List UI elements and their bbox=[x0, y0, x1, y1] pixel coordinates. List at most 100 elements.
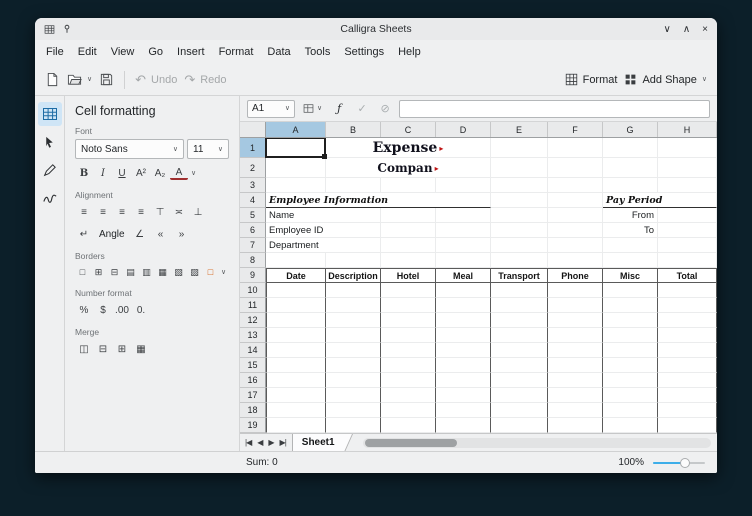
increase-precision-icon[interactable]: .00 bbox=[113, 301, 131, 319]
cell-C7[interactable] bbox=[381, 238, 436, 253]
column-header-g[interactable]: G bbox=[603, 122, 658, 137]
cell-E10[interactable] bbox=[491, 283, 548, 298]
cell-A9[interactable]: Date bbox=[266, 268, 326, 283]
cell-G7[interactable] bbox=[603, 238, 658, 253]
cell-E14[interactable] bbox=[491, 343, 548, 358]
row-header-7[interactable]: 7 bbox=[240, 238, 266, 253]
cell-A8[interactable] bbox=[266, 253, 326, 268]
decrease-precision-icon[interactable]: 0. bbox=[132, 301, 150, 319]
border-top-icon[interactable]: ▤ bbox=[123, 264, 138, 280]
cell-C16[interactable] bbox=[381, 373, 436, 388]
save-button[interactable] bbox=[99, 72, 114, 87]
cell-D19[interactable] bbox=[436, 418, 491, 433]
cell-B9[interactable]: Description bbox=[326, 268, 381, 283]
cell-C11[interactable] bbox=[381, 298, 436, 313]
cell-G19[interactable] bbox=[603, 418, 658, 433]
valign-middle-icon[interactable]: ≍ bbox=[170, 203, 188, 221]
cell-A3[interactable] bbox=[266, 178, 326, 193]
cell-G11[interactable] bbox=[603, 298, 658, 313]
cell-A16[interactable] bbox=[266, 373, 326, 388]
cell-H1[interactable] bbox=[658, 138, 717, 158]
add-shape-button[interactable]: Add Shape ∨ bbox=[624, 73, 707, 86]
cell-E15[interactable] bbox=[491, 358, 548, 373]
minimize-button[interactable]: ∨ bbox=[664, 24, 671, 35]
insert-function-button[interactable]: ƒ bbox=[330, 100, 348, 118]
cell-G10[interactable] bbox=[603, 283, 658, 298]
cell-H5[interactable] bbox=[658, 208, 717, 223]
underline-icon[interactable]: U bbox=[113, 164, 131, 182]
cell-E4[interactable] bbox=[491, 193, 548, 208]
cell-A14[interactable] bbox=[266, 343, 326, 358]
scrollbar-thumb[interactable] bbox=[365, 439, 457, 447]
cell-D9[interactable]: Meal bbox=[436, 268, 491, 283]
cell-A1[interactable] bbox=[266, 138, 326, 158]
cell-C5[interactable] bbox=[381, 208, 436, 223]
grid-body[interactable]: 1Expense▸2Compan▸34Employee InformationP… bbox=[240, 138, 717, 433]
cell-D11[interactable] bbox=[436, 298, 491, 313]
cell-G17[interactable] bbox=[603, 388, 658, 403]
cell-A6[interactable]: Employee ID bbox=[266, 223, 381, 238]
cell-B3[interactable] bbox=[326, 178, 381, 193]
cell-H11[interactable] bbox=[658, 298, 717, 313]
merge-horizontal-icon[interactable]: ⊟ bbox=[94, 340, 112, 358]
cell-H8[interactable] bbox=[658, 253, 717, 268]
cell-D12[interactable] bbox=[436, 313, 491, 328]
cell-G8[interactable] bbox=[603, 253, 658, 268]
column-header-c[interactable]: C bbox=[381, 122, 436, 137]
row-header-5[interactable]: 5 bbox=[240, 208, 266, 223]
row-header-11[interactable]: 11 bbox=[240, 298, 266, 313]
align-center-icon[interactable]: ≡ bbox=[94, 203, 112, 221]
cell-A5[interactable]: Name bbox=[266, 208, 381, 223]
column-header-e[interactable]: E bbox=[491, 122, 548, 137]
cell-E7[interactable] bbox=[491, 238, 548, 253]
cell-A15[interactable] bbox=[266, 358, 326, 373]
cell-F19[interactable] bbox=[548, 418, 603, 433]
cell-A7[interactable]: Department bbox=[266, 238, 381, 253]
chevron-down-icon[interactable]: ∨ bbox=[221, 269, 226, 276]
menu-data[interactable]: Data bbox=[260, 43, 297, 61]
cell-H15[interactable] bbox=[658, 358, 717, 373]
cell-F14[interactable] bbox=[548, 343, 603, 358]
menu-file[interactable]: File bbox=[39, 43, 71, 61]
row-header-2[interactable]: 2 bbox=[240, 158, 266, 178]
border-color-icon[interactable]: □ bbox=[203, 264, 218, 280]
cell-D13[interactable] bbox=[436, 328, 491, 343]
row-header-15[interactable]: 15 bbox=[240, 358, 266, 373]
cell-H19[interactable] bbox=[658, 418, 717, 433]
cell-G6[interactable]: To bbox=[603, 223, 658, 238]
cell-H12[interactable] bbox=[658, 313, 717, 328]
superscript-icon[interactable]: A² bbox=[132, 164, 150, 182]
subscript-icon[interactable]: A₂ bbox=[151, 164, 169, 182]
cell-D7[interactable] bbox=[436, 238, 491, 253]
chevron-down-icon[interactable]: ∨ bbox=[191, 170, 196, 177]
cell-B14[interactable] bbox=[326, 343, 381, 358]
format-button[interactable]: Format bbox=[565, 73, 618, 86]
zoom-slider[interactable] bbox=[653, 458, 705, 468]
titlebar[interactable]: Calligra Sheets ∨ ∧ × bbox=[35, 18, 717, 40]
cell-B12[interactable] bbox=[326, 313, 381, 328]
cell-C3[interactable] bbox=[381, 178, 436, 193]
row-header-9[interactable]: 9 bbox=[240, 268, 266, 283]
row-header-12[interactable]: 12 bbox=[240, 313, 266, 328]
cell-C15[interactable] bbox=[381, 358, 436, 373]
cell-F17[interactable] bbox=[548, 388, 603, 403]
cell-G13[interactable] bbox=[603, 328, 658, 343]
cell-H13[interactable] bbox=[658, 328, 717, 343]
cell-C19[interactable] bbox=[381, 418, 436, 433]
cell-B18[interactable] bbox=[326, 403, 381, 418]
cell-H2[interactable] bbox=[658, 158, 717, 178]
cell-E2[interactable] bbox=[491, 158, 548, 178]
cell-H16[interactable] bbox=[658, 373, 717, 388]
redo-button[interactable]: ↷ Redo bbox=[184, 73, 226, 86]
border-none-icon[interactable]: □ bbox=[75, 264, 90, 280]
cell-G9[interactable]: Misc bbox=[603, 268, 658, 283]
row-header-6[interactable]: 6 bbox=[240, 223, 266, 238]
cell-D17[interactable] bbox=[436, 388, 491, 403]
cell-F13[interactable] bbox=[548, 328, 603, 343]
open-document-button[interactable]: ∨ bbox=[67, 72, 92, 87]
font-color-icon[interactable]: A bbox=[170, 166, 188, 180]
cell-D16[interactable] bbox=[436, 373, 491, 388]
border-inner-icon[interactable]: ▦ bbox=[155, 264, 170, 280]
cell-A10[interactable] bbox=[266, 283, 326, 298]
menu-insert[interactable]: Insert bbox=[170, 43, 212, 61]
